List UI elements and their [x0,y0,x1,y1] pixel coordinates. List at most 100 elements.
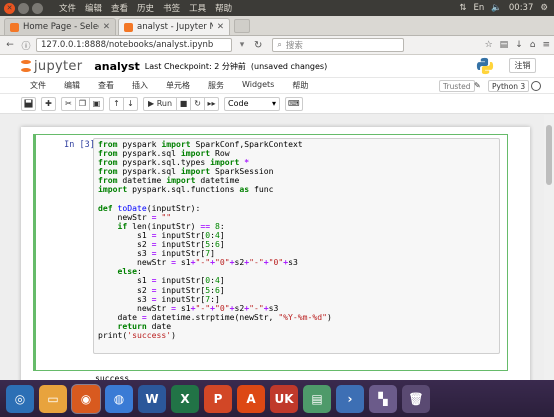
drive-icon[interactable]: ▤ [303,384,331,413]
menu-help[interactable]: 帮助 [292,80,308,91]
run-button[interactable]: ▶ Run [143,96,178,111]
fast-forward-icon: ▸▸ [207,99,216,108]
files-folder-icon[interactable]: ▭ [39,384,67,413]
os-menu-item[interactable]: 书签 [163,2,180,14]
network-icon[interactable]: ⇅ [459,3,466,13]
checkpoint-status: Last Checkpoint: 2 分钟前 [144,61,246,71]
menu-file[interactable]: 文件 [30,80,46,91]
code-cell[interactable]: In [3]: from pyspark import SparkConf,Sp… [33,134,508,371]
terminal-icon[interactable]: › [336,384,364,413]
os-menu-item[interactable]: 文件 [59,2,76,14]
dock-app-icon[interactable]: ▚ [369,384,397,413]
move-up-button[interactable]: ↑ [109,96,124,111]
os-menu-item[interactable]: 编辑 [85,2,102,14]
move-down-button[interactable]: ↓ [123,96,138,111]
trusted-indicator[interactable]: Trusted [439,80,475,92]
menu-widgets[interactable]: Widgets [242,80,274,91]
jupyter-logo-icon [21,60,31,72]
ubuntu-dash-icon[interactable]: ◎ [6,384,34,413]
notebook-name[interactable]: analyst [94,60,139,73]
paste-button[interactable]: ▣ [89,96,104,111]
jupyter-logo[interactable]: jupyter [21,59,82,74]
os-menu: 文件 编辑 查看 历史 书签 工具 帮助 [59,2,232,14]
cell-output: success [95,373,130,380]
menu-kernel[interactable]: 服务 [208,80,224,91]
bookmark-star-icon[interactable]: ☆ [485,40,493,50]
trash-icon[interactable]: 🗑 [402,384,430,413]
jupyter-header: jupyter analyst Last Checkpoint: 2 分钟前 (… [0,55,554,77]
cut-icon: ✂ [65,99,72,108]
menu-icon[interactable]: ≡ [542,40,550,50]
arrow-down-icon: ↓ [127,99,134,108]
kernel-name[interactable]: Python 3 [488,80,530,92]
download-icon[interactable]: ↓ [515,40,523,50]
settings-gear-icon[interactable]: ⚙ [540,3,548,13]
info-icon[interactable]: ⓘ [20,39,32,52]
spreadsheet-icon[interactable]: X [171,384,199,413]
chevron-down-icon: ▾ [272,99,277,108]
software-center-icon[interactable]: A [237,384,265,413]
kernel-status-icon [531,81,541,91]
menu-insert[interactable]: 插入 [132,80,148,91]
browser-toolbar-icons: ☆ ▤ ↓ ⌂ ≡ [485,40,550,50]
reload-icon[interactable]: ↻ [254,40,262,51]
jupyter-menu: 文件 编辑 查看 插入 单元格 服务 Widgets 帮助 [30,80,326,91]
os-menu-item[interactable]: 历史 [137,2,154,14]
os-menu-item[interactable]: 工具 [189,2,206,14]
paste-icon: ▣ [92,99,101,108]
volume-icon[interactable]: 🔈 [491,3,502,13]
copy-button[interactable]: ❐ [75,96,90,111]
browser-tab-home[interactable]: Home Page - Select ... ✕ [4,18,116,35]
window-minimize-button[interactable] [18,2,29,14]
edit-pencil-icon[interactable]: ✎ [474,81,481,90]
browser-tab-analyst[interactable]: analyst - Jupyter No... ✕ [118,18,230,35]
notebook-area: In [3]: from pyspark import SparkConf,Sp… [0,115,554,380]
save-button[interactable] [21,96,36,111]
interrupt-button[interactable]: ■ [176,96,192,111]
jupyter-wordmark: jupyter [34,58,83,74]
home-icon[interactable]: ⌂ [530,40,536,50]
search-input[interactable]: ⌕ 搜索 [272,38,405,52]
insert-cell-button[interactable]: ✚ [41,96,56,111]
run-label: Run [156,99,173,108]
launcher-dock: ◎ ▭ ◉ ◍ W X P A UK ▤ › ▚ 🗑 [0,380,554,417]
presentation-icon[interactable]: P [204,384,232,413]
cut-button[interactable]: ✂ [61,96,76,111]
logout-button[interactable]: 注销 [509,58,536,73]
keyboard-icon[interactable]: En [474,3,485,13]
menu-cell[interactable]: 单元格 [166,80,190,91]
search-icon: ⌕ [277,40,282,49]
os-menu-item[interactable]: 帮助 [215,2,232,14]
jupyter-toolbar: ✚ ✂ ❐ ▣ ↑ ↓ ▶ Run ■ ↻ ▸▸ Code ▾ ⌨ [0,94,554,114]
page-scrollbar[interactable] [544,115,554,380]
tab-close-icon[interactable]: ✕ [217,22,224,32]
new-tab-button[interactable] [234,19,250,33]
scrollbar-thumb[interactable] [546,125,552,185]
menu-view[interactable]: 查看 [98,80,114,91]
tab-close-icon[interactable]: ✕ [103,22,110,32]
word-processor-icon[interactable]: W [138,384,166,413]
window-maximize-button[interactable] [32,2,43,14]
chromium-icon[interactable]: ◍ [105,384,133,413]
os-menu-item[interactable]: 查看 [111,2,128,14]
save-icon [24,99,33,108]
tab-title: Home Page - Select ... [23,22,99,32]
reading-list-icon[interactable]: ▤ [500,40,509,50]
os-tray: ⇅ En 🔈 00:37 ⚙ [459,3,548,13]
menu-edit[interactable]: 编辑 [64,80,80,91]
jupyter-favicon-icon [10,22,19,32]
restart-button[interactable]: ↻ [190,96,206,111]
firefox-icon[interactable]: ◉ [72,384,100,413]
code-editor[interactable]: from pyspark import SparkConf,SparkConte… [93,138,500,354]
clock[interactable]: 00:37 [509,3,534,13]
command-palette-button[interactable]: ⌨ [285,96,303,111]
back-icon[interactable]: ← [4,40,16,50]
cell-type-select[interactable]: Code ▾ [224,96,281,111]
restart-run-all-button[interactable]: ▸▸ [204,96,220,111]
window-close-button[interactable]: ✕ [4,2,15,14]
edit-button-group: ✂ ❐ ▣ [61,96,104,111]
uk-flag-icon[interactable]: UK [270,384,298,413]
url-bar[interactable]: 127.0.0.1:8888/notebooks/analyst.ipynb [36,38,232,52]
os-top-bar: ✕ 文件 编辑 查看 历史 书签 工具 帮助 ⇅ En 🔈 00:37 ⚙ [0,0,554,16]
dropdown-icon[interactable]: ▾ [236,40,248,50]
